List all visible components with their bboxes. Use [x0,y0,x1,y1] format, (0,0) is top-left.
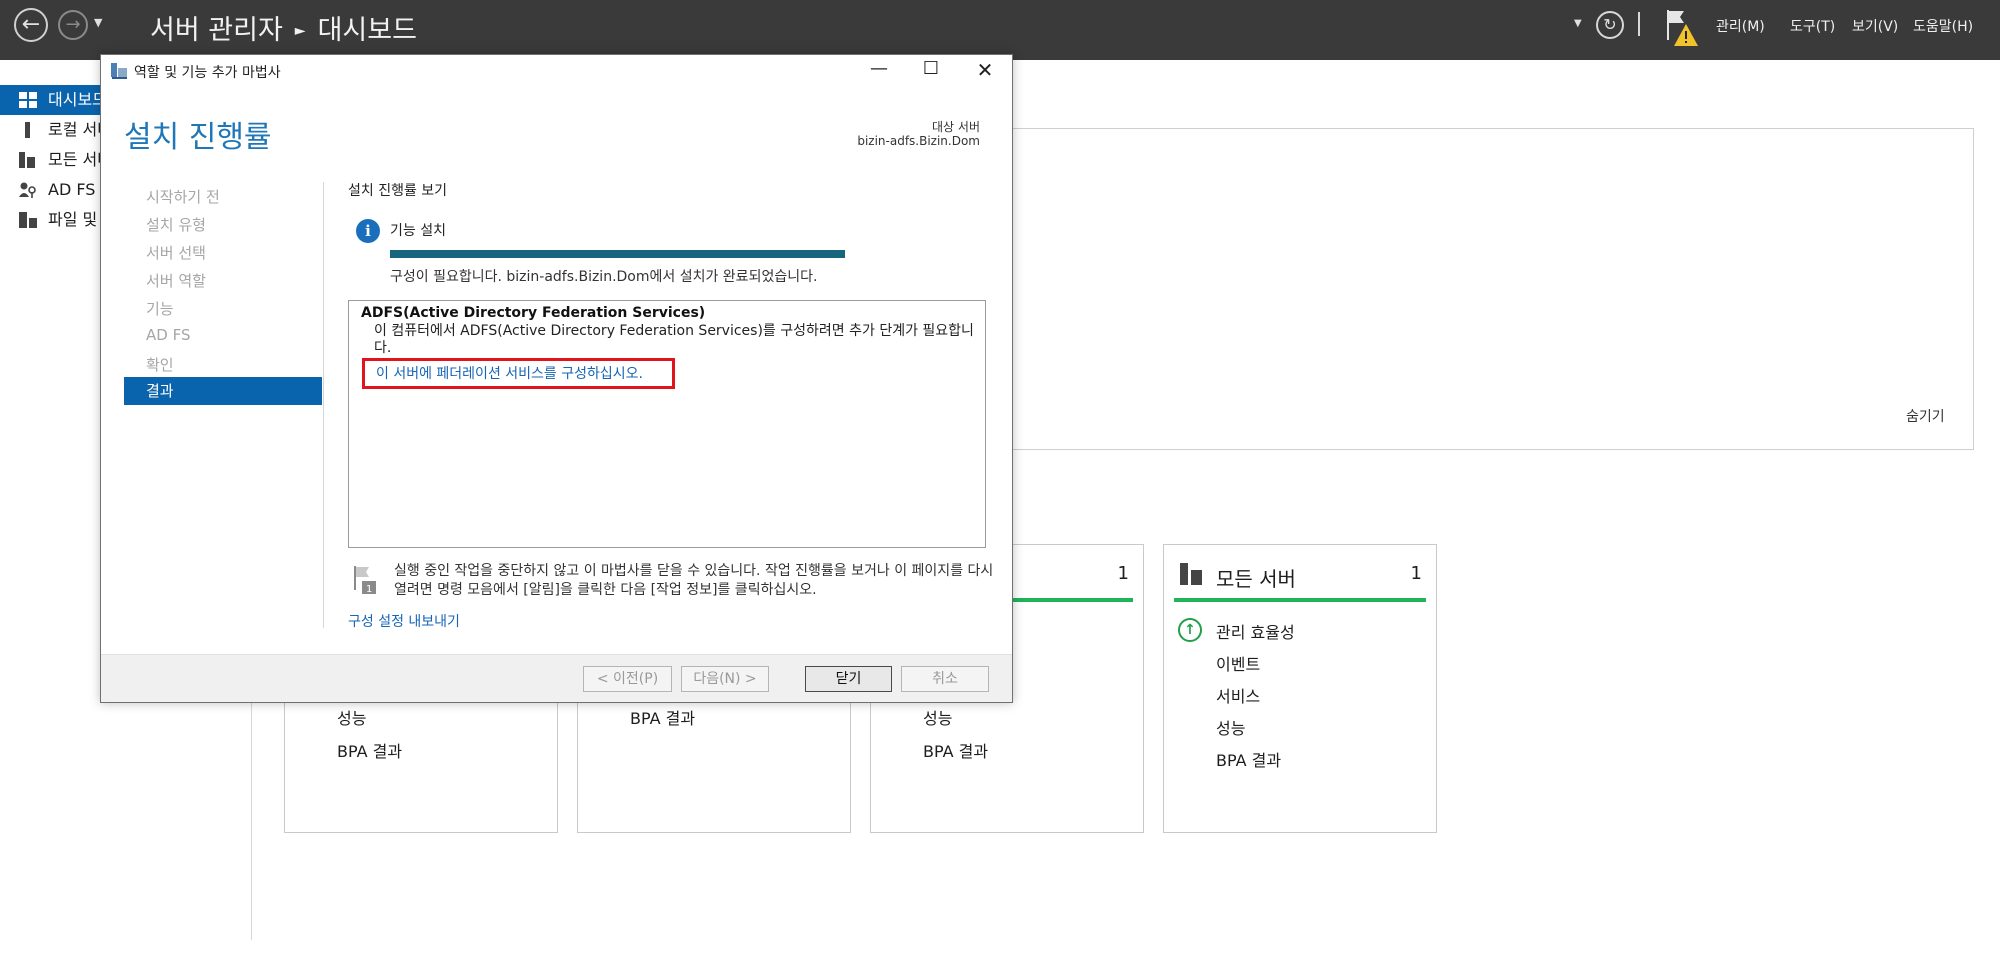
history-dropdown-icon[interactable]: ▼ [94,16,102,29]
nav-label: 대시보드 [48,90,107,109]
tile-row-performance[interactable]: 성능 [337,705,366,729]
welcome-panel [1012,128,1974,450]
tile-row-bpa[interactable]: BPA 결과 [923,738,988,762]
page-heading: 설치 진행률 [124,120,272,155]
minimize-button[interactable]: — [864,58,894,79]
close-button[interactable]: 닫기 [805,666,892,692]
dialog-title: 역할 및 기능 추가 마법사 [134,65,281,81]
tile-title: 모든 서버 [1216,567,1296,591]
wizard-app-icon [111,63,127,79]
nav-label: AD FS [48,180,96,199]
status-ok-arrow-icon: ↑ [1178,618,1202,642]
hide-link[interactable]: 숨기기 [1906,406,1945,426]
menu-help[interactable]: 도움말(H) [1913,16,1973,36]
export-settings-link[interactable]: 구성 설정 내보내기 [348,611,460,631]
step-server-selection: 서버 선택 [146,244,206,262]
next-button: 다음(N) > [681,666,769,692]
tile-row-events[interactable]: 이벤트 [1216,651,1260,675]
cancel-button: 취소 [901,666,989,692]
server-icon [25,122,30,138]
step-adfs: AD FS [146,326,191,344]
step-server-roles: 서버 역할 [146,272,206,290]
tile-row-performance[interactable]: 성능 [1216,715,1245,739]
toolbar-divider [1638,12,1640,36]
notifications-flag-icon[interactable] [1664,8,1700,48]
menu-manage[interactable]: 관리(M) [1716,16,1765,36]
servers-icon [19,152,35,168]
result-description: 이 컴퓨터에서 ADFS(Active Directory Federation… [374,323,974,356]
breadcrumb-separator-icon: ► [294,23,306,39]
previous-button: < 이전(P) [583,666,672,692]
dialog-divider [323,182,324,628]
step-results-label: 결과 [146,382,174,400]
install-status-text: 구성이 필요합니다. bizin-adfs.Bizin.Dom에서 설치가 완료… [390,269,818,285]
tile-status-bar [1174,598,1426,602]
svg-text:1: 1 [366,584,372,595]
breadcrumb-app: 서버 관리자 [150,15,283,46]
tile-count: 1 [1117,563,1129,584]
tile-row-manageability[interactable]: 관리 효율성 [1216,619,1295,643]
close-window-button[interactable]: ✕ [970,58,1000,82]
breadcrumb-page: 대시보드 [317,15,417,46]
progress-bar-fill [390,250,845,258]
back-button[interactable]: ← [14,8,48,42]
step-installation-type: 설치 유형 [146,216,206,234]
tile-count: 1 [1410,563,1422,584]
step-before-you-begin: 시작하기 전 [146,188,220,206]
adfs-users-icon [19,182,36,198]
result-title: ADFS(Active Directory Federation Service… [361,305,706,321]
breadcrumb: 서버 관리자 ► 대시보드 [150,8,417,47]
all-servers-tile[interactable]: 모든 서버 1 ↑ 관리 효율성 이벤트 서비스 성능 BPA 결과 [1163,544,1437,833]
tile-row-bpa[interactable]: BPA 결과 [1216,747,1281,771]
file-storage-icon [19,212,37,228]
refresh-icon[interactable]: ↻ [1596,11,1624,39]
step-features: 기능 [146,300,174,318]
tile-row-services[interactable]: 서비스 [1216,683,1260,707]
tile-row-bpa[interactable]: BPA 결과 [630,705,695,729]
step-results-selected[interactable]: 결과 [124,377,322,405]
forward-button[interactable]: → [58,10,88,40]
menu-view[interactable]: 보기(V) [1852,16,1898,36]
target-server-label: 대상 서버 [932,120,980,134]
configure-federation-link[interactable]: 이 서버에 페더레이션 서비스를 구성하십시오. [376,363,643,383]
notification-flag-icon: 1 [354,566,376,595]
menu-tools[interactable]: 도구(T) [1790,16,1835,36]
refresh-dropdown-icon[interactable]: ▼ [1574,18,1582,29]
tile-row-performance[interactable]: 성능 [923,705,952,729]
maximize-button[interactable]: ☐ [916,58,946,79]
servers-icon [1180,563,1202,585]
feature-installation-label: 기능 설치 [390,223,446,239]
dashboard-icon [19,92,37,108]
close-wizard-note: 실행 중인 작업을 중단하지 않고 이 마법사를 닫을 수 있습니다. 작업 진… [394,563,994,598]
target-server-value: bizin-adfs.Bizin.Dom [857,134,980,148]
tile-row-bpa[interactable]: BPA 결과 [337,738,402,762]
step-confirmation: 확인 [146,356,174,374]
view-progress-label: 설치 진행률 보기 [348,183,448,199]
info-icon: i [356,219,380,243]
